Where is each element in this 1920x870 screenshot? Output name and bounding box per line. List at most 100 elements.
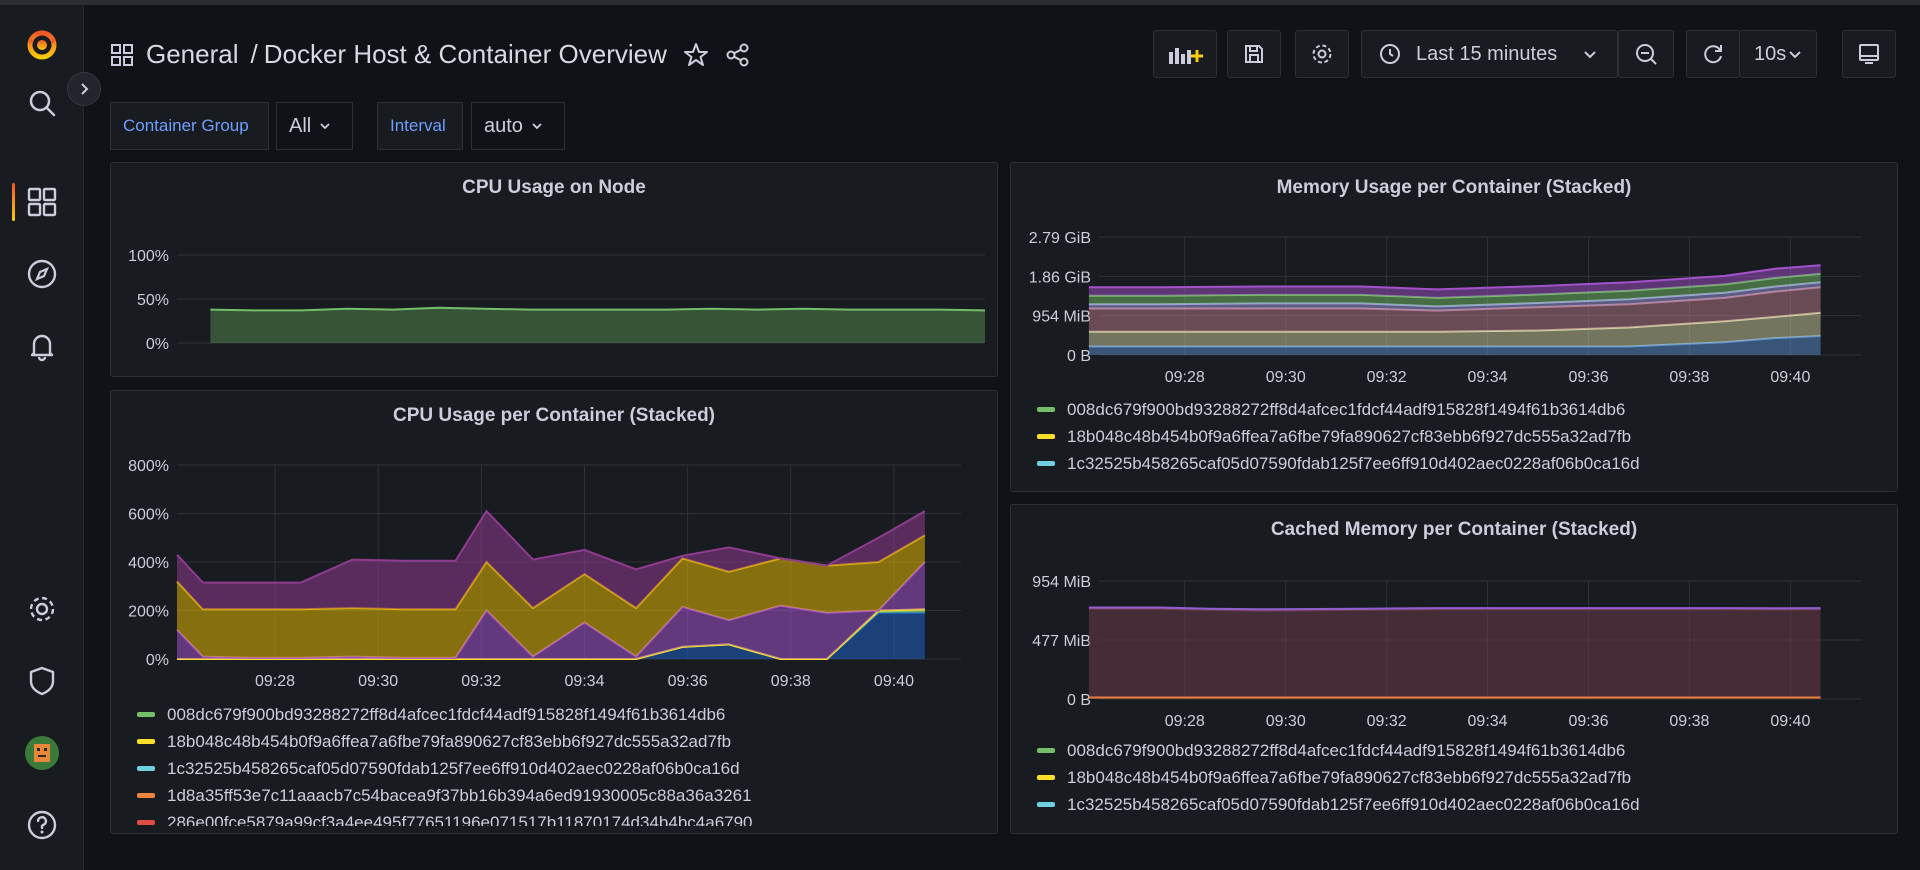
legend-color-swatch — [1037, 461, 1055, 466]
x-tick-label: 09:28 — [1165, 713, 1205, 730]
legend-color-swatch — [137, 793, 155, 798]
legend-item[interactable]: 286e00fce5879a99cf3a4ee495f77651196e0715… — [137, 809, 987, 826]
x-tick-label: 09:28 — [255, 673, 295, 690]
sidebar — [0, 5, 84, 870]
chevron-down-icon — [1789, 51, 1801, 59]
server-admin-shield-icon[interactable] — [22, 661, 62, 701]
y-tick-label: 0 B — [1067, 692, 1091, 709]
legend-label: 18b048c48b454b0f9a6ffea7a6fbe79fa890627c… — [1067, 426, 1632, 446]
breadcrumb-folder-link[interactable]: General — [146, 39, 239, 70]
memory-container-chart: 2.79 GiB 1.86 GiB 954 MiB 0 B 09:28 09:30 09:3… — [1029, 230, 1861, 386]
panel-cpu-usage-on-node[interactable]: CPU Usage on Node 100% 50% 0% — [110, 162, 998, 377]
save-icon — [1245, 45, 1263, 63]
cached-memory-legend: 008dc679f900bd93288272ff8d4afcec1fdcf44a… — [1037, 737, 1887, 822]
series-line — [210, 306, 986, 312]
panel-cpu-usage-per-container[interactable]: CPU Usage per Container (Stacked) 800% 60… — [110, 390, 998, 834]
zoom-out-button[interactable] — [1618, 30, 1674, 78]
chevron-down-icon — [320, 123, 330, 130]
container-group-select[interactable]: All — [276, 102, 353, 150]
interval-value: auto — [484, 114, 523, 137]
add-panel-button[interactable] — [1153, 30, 1217, 78]
user-avatar-icon[interactable] — [22, 733, 62, 773]
legend-label: 1c32525b458265caf05d07590fdab125f7ee6ff9… — [167, 758, 740, 778]
sidebar-expand-button[interactable] — [67, 72, 101, 106]
legend-color-swatch — [137, 820, 155, 825]
star-icon[interactable] — [683, 42, 709, 68]
x-tick-label: 09:32 — [1367, 369, 1407, 386]
legend-label: 008dc679f900bd93288272ff8d4afcec1fdcf44a… — [1067, 740, 1626, 760]
x-tick-label: 09:28 — [1165, 369, 1205, 386]
dashboard-title[interactable]: Docker Host & Container Overview — [264, 39, 667, 70]
legend-label: 008dc679f900bd93288272ff8d4afcec1fdcf44a… — [1067, 399, 1626, 419]
x-tick-label: 09:32 — [1367, 713, 1407, 730]
y-tick-label: 50% — [137, 292, 169, 309]
x-tick-label: 09:40 — [874, 673, 914, 690]
help-icon[interactable] — [22, 805, 62, 845]
zoom-out-icon — [1636, 44, 1657, 65]
y-tick-label: 954 MiB — [1032, 309, 1091, 326]
x-tick-label: 09:38 — [1669, 713, 1709, 730]
dashboard-settings-button[interactable] — [1295, 30, 1349, 78]
legend-label: 1c32525b458265caf05d07590fdab125f7ee6ff9… — [1067, 794, 1640, 814]
legend-color-swatch — [1037, 748, 1055, 753]
time-range-label: Last 15 minutes — [1416, 42, 1558, 65]
y-tick-label: 1.86 GiB — [1029, 269, 1091, 286]
x-tick-label: 09:40 — [1770, 369, 1810, 386]
explore-compass-icon[interactable] — [22, 254, 62, 294]
legend-label: 008dc679f900bd93288272ff8d4afcec1fdcf44a… — [167, 704, 726, 724]
x-tick-label: 09:30 — [1266, 369, 1306, 386]
x-tick-label: 09:36 — [1568, 713, 1608, 730]
legend-color-swatch — [137, 739, 155, 744]
legend-item[interactable]: 1c32525b458265caf05d07590fdab125f7ee6ff9… — [1037, 791, 1887, 818]
save-dashboard-button[interactable] — [1227, 30, 1281, 78]
grafana-logo-icon[interactable] — [22, 25, 62, 65]
variable-label-container-group: Container Group — [110, 102, 269, 150]
chevron-down-icon — [1584, 51, 1596, 59]
dashboard-grid-icon — [111, 43, 133, 66]
clock-icon — [1380, 44, 1400, 64]
y-tick-label: 200% — [128, 604, 169, 621]
legend-color-swatch — [137, 766, 155, 771]
legend-item[interactable]: 008dc679f900bd93288272ff8d4afcec1fdcf44a… — [1037, 396, 1887, 423]
legend-item[interactable]: 1c32525b458265caf05d07590fdab125f7ee6ff9… — [1037, 450, 1887, 477]
memory-container-legend: 008dc679f900bd93288272ff8d4afcec1fdcf44a… — [1037, 396, 1887, 481]
legend-label: 286e00fce5879a99cf3a4ee495f77651196e0715… — [167, 812, 753, 827]
legend-item[interactable]: 18b048c48b454b0f9a6ffea7a6fbe79fa890627c… — [137, 728, 987, 755]
x-tick-label: 09:36 — [668, 673, 708, 690]
alerting-bell-icon[interactable] — [22, 326, 62, 366]
legend-label: 1d8a35ff53e7c11aaacb7c54bacea9f37bb16b39… — [167, 785, 752, 805]
legend-item[interactable]: 1c32525b458265caf05d07590fdab125f7ee6ff9… — [137, 755, 987, 782]
share-icon[interactable] — [725, 42, 751, 68]
legend-item[interactable]: 18b048c48b454b0f9a6ffea7a6fbe79fa890627c… — [1037, 764, 1887, 791]
series-area — [210, 307, 985, 343]
legend-color-swatch — [137, 712, 155, 717]
x-tick-label: 09:36 — [1568, 369, 1608, 386]
dashboard-header: General / Docker Host & Container Overvi… — [84, 5, 1920, 105]
refresh-interval-picker[interactable]: 10s — [1739, 30, 1817, 78]
legend-item[interactable]: 1d8a35ff53e7c11aaacb7c54bacea9f37bb16b39… — [137, 782, 987, 809]
legend-item[interactable]: 18b048c48b454b0f9a6ffea7a6fbe79fa890627c… — [1037, 423, 1887, 450]
legend-item[interactable]: 008dc679f900bd93288272ff8d4afcec1fdcf44a… — [137, 701, 987, 728]
search-icon[interactable] — [22, 83, 62, 123]
interval-select[interactable]: auto — [471, 102, 565, 150]
cpu-node-chart: 100% 50% 0% — [128, 248, 986, 353]
refresh-icon — [1704, 45, 1722, 64]
x-tick-label: 09:38 — [1669, 369, 1709, 386]
y-tick-label: 600% — [128, 507, 169, 524]
configuration-gear-icon[interactable] — [22, 589, 62, 629]
view-mode-button[interactable] — [1842, 30, 1896, 78]
dashboards-icon[interactable] — [22, 182, 62, 222]
panel-cached-memory-per-container[interactable]: Cached Memory per Container (Stacked) 95… — [1010, 504, 1898, 834]
y-tick-label: 800% — [128, 458, 169, 475]
series-area — [1088, 608, 1821, 698]
legend-label: 18b048c48b454b0f9a6ffea7a6fbe79fa890627c… — [1067, 767, 1632, 787]
y-tick-label: 0% — [146, 652, 169, 669]
chevron-down-icon — [532, 123, 542, 130]
y-tick-label: 477 MiB — [1032, 633, 1091, 650]
sidebar-active-indicator — [12, 183, 15, 221]
panel-memory-usage-per-container[interactable]: Memory Usage per Container (Stacked) 2.7… — [1010, 162, 1898, 492]
refresh-button[interactable] — [1686, 30, 1740, 78]
legend-item[interactable]: 008dc679f900bd93288272ff8d4afcec1fdcf44a… — [1037, 737, 1887, 764]
time-range-picker[interactable]: Last 15 minutes — [1361, 30, 1618, 78]
x-tick-label: 09:32 — [461, 673, 501, 690]
